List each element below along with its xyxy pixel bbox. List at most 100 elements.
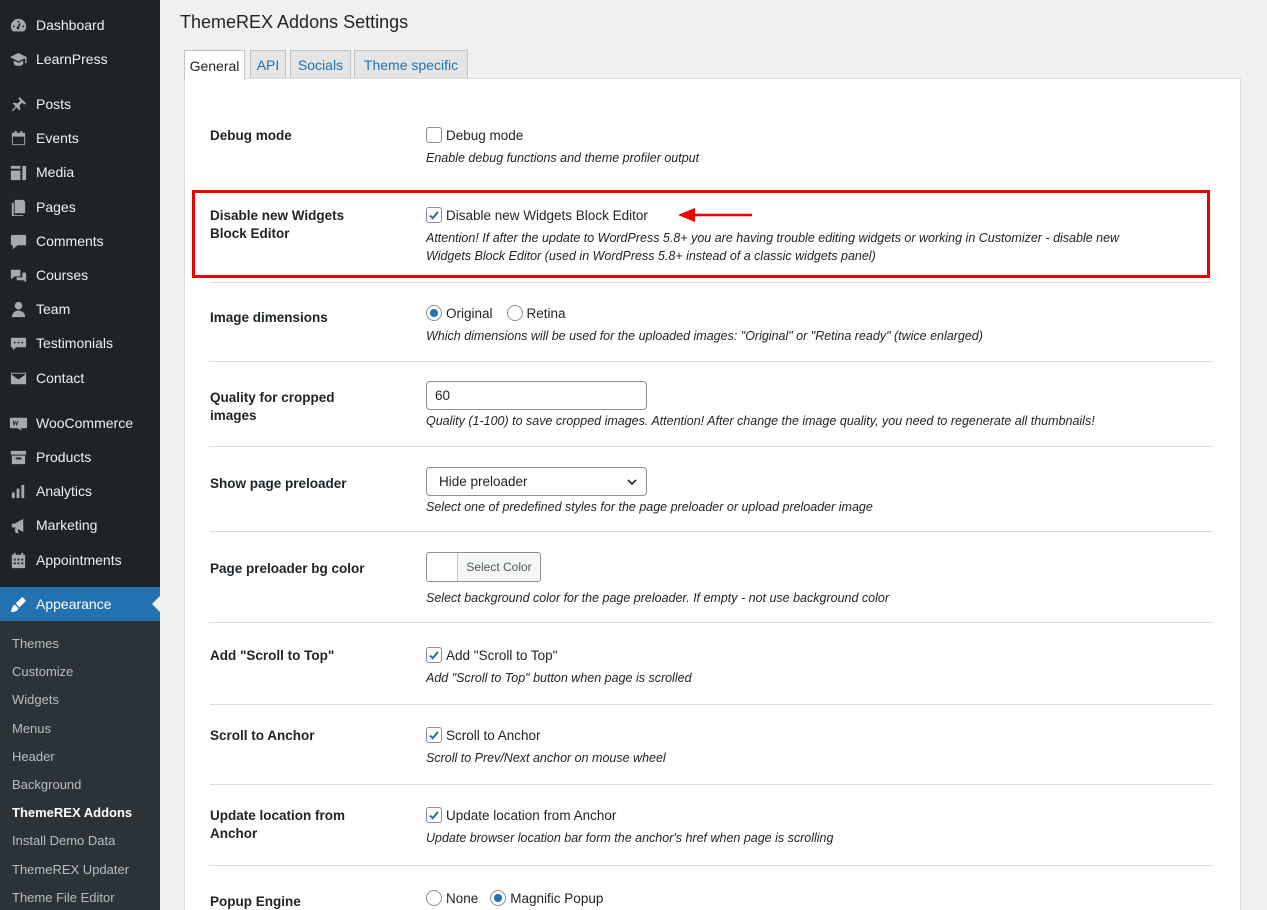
row-divider — [210, 361, 1213, 362]
row-divider — [210, 784, 1213, 785]
envelope-icon — [8, 368, 28, 388]
update-location-checkbox-label[interactable]: Update location from Anchor — [446, 808, 616, 823]
sidebar-item-appearance[interactable]: Appearance — [0, 587, 160, 621]
debug-mode-control: Debug mode — [426, 127, 523, 143]
row-divider — [210, 704, 1213, 705]
sidebar-item-learnpress[interactable]: LearnPress — [0, 42, 160, 76]
update-location-checkbox[interactable] — [426, 807, 442, 823]
submenu-item-install-demo-data[interactable]: Install Demo Data — [12, 833, 115, 848]
preloader-color-description: Select background color for the page pre… — [426, 591, 890, 605]
image-dims-original-radio[interactable] — [426, 305, 442, 321]
submenu-item-menus[interactable]: Menus — [12, 721, 51, 736]
quality-input[interactable] — [426, 381, 647, 410]
update-location-control: Update location from Anchor — [426, 807, 616, 823]
popup-magnific-radio[interactable] — [490, 890, 507, 906]
chevron-down-icon — [627, 479, 637, 486]
sidebar-item-courses[interactable]: Courses — [0, 258, 160, 292]
select-color-button[interactable]: Select Color — [426, 552, 541, 582]
sidebar-item-appointments[interactable]: Appointments — [0, 543, 160, 577]
checkmark-icon — [429, 811, 439, 820]
scroll-to-anchor-checkbox[interactable] — [426, 727, 442, 743]
image-dims-retina-label[interactable]: Retina — [527, 306, 566, 321]
tab-general[interactable]: General — [184, 50, 245, 80]
sidebar-item-pages[interactable]: Pages — [0, 190, 160, 224]
sidebar-item-comments[interactable]: Comments — [0, 224, 160, 258]
scroll-to-top-description: Add "Scroll to Top" button when page is … — [426, 671, 692, 685]
disable-widgets-control: Disable new Widgets Block Editor — [426, 207, 648, 223]
sidebar-item-analytics[interactable]: Analytics — [0, 474, 160, 508]
popup-none-radio[interactable] — [426, 890, 442, 906]
row-divider — [210, 531, 1213, 532]
quality-label: Quality for cropped images — [210, 390, 335, 423]
checkmark-icon — [429, 651, 439, 660]
debug-mode-description: Enable debug functions and theme profile… — [426, 151, 700, 165]
submenu-item-background[interactable]: Background — [12, 777, 81, 792]
submenu-item-themerex-updater[interactable]: ThemeREX Updater — [12, 862, 129, 877]
preloader-label: Show page preloader — [210, 476, 347, 491]
row-divider — [210, 446, 1213, 447]
comment-icon — [8, 231, 28, 251]
sidebar-item-posts[interactable]: Posts — [0, 87, 160, 121]
submenu-item-themes[interactable]: Themes — [12, 636, 59, 651]
sidebar-item-marketing[interactable]: Marketing — [0, 508, 160, 542]
tab-api[interactable]: API — [250, 50, 286, 79]
sidebar-item-media[interactable]: Media — [0, 155, 160, 189]
row-divider — [210, 282, 1213, 283]
arrow-left-icon — [678, 208, 752, 222]
scroll-to-top-control: Add "Scroll to Top" — [426, 647, 557, 663]
submenu-item-customize[interactable]: Customize — [12, 664, 73, 679]
sidebar-item-woocommerce[interactable]: WooCommerce — [0, 406, 160, 440]
popup-none-label[interactable]: None — [446, 891, 478, 906]
sidebar-item-contact[interactable]: Contact — [0, 361, 160, 395]
checkmark-icon — [429, 211, 439, 220]
page-title: ThemeREX Addons Settings — [180, 12, 409, 32]
submenu-item-widgets[interactable]: Widgets — [12, 692, 59, 707]
sidebar-item-events[interactable]: Events — [0, 121, 160, 155]
scroll-to-anchor-label: Scroll to Anchor — [210, 728, 315, 743]
sidebar-item-team[interactable]: Team — [0, 292, 160, 326]
woo-icon — [8, 413, 28, 433]
calendar-icon — [8, 128, 28, 148]
archive-icon — [8, 447, 28, 467]
image-dimensions-control: Original Retina — [426, 305, 566, 321]
sidebar-item-dashboard[interactable]: Dashboard — [0, 8, 160, 42]
popup-magnific-label[interactable]: Magnific Popup — [510, 891, 603, 906]
disable-widgets-description: Attention! If after the update to WordPr… — [426, 231, 1120, 263]
submenu-item-header[interactable]: Header — [12, 749, 55, 764]
disable-widgets-checkbox[interactable] — [426, 207, 442, 223]
scroll-to-top-label: Add "Scroll to Top" — [210, 648, 335, 663]
calendar-grid-icon — [8, 550, 28, 570]
tab-socials[interactable]: Socials — [290, 50, 351, 79]
row-divider — [210, 865, 1213, 866]
image-dims-retina-radio[interactable] — [506, 305, 523, 321]
pin-icon — [8, 94, 28, 114]
submenu-item-themerex-addons[interactable]: ThemeREX Addons — [12, 805, 132, 820]
bar-chart-icon — [8, 481, 28, 501]
popup-engine-control: None Magnific Popup — [426, 890, 603, 906]
testimonial-icon — [8, 333, 28, 353]
scroll-to-anchor-checkbox-label[interactable]: Scroll to Anchor — [446, 728, 541, 743]
image-dimensions-label: Image dimensions — [210, 310, 328, 325]
sidebar-item-products[interactable]: Products — [0, 440, 160, 474]
checkmark-icon — [429, 731, 439, 740]
scroll-to-top-checkbox-label[interactable]: Add "Scroll to Top" — [446, 648, 557, 663]
disable-widgets-checkbox-label[interactable]: Disable new Widgets Block Editor — [446, 208, 648, 223]
submenu-item-theme-file-editor[interactable]: Theme File Editor — [12, 890, 115, 905]
image-dimensions-description: Which dimensions will be used for the up… — [426, 329, 983, 343]
row-divider — [210, 622, 1213, 623]
scroll-to-top-checkbox[interactable] — [426, 647, 442, 663]
debug-mode-checkbox[interactable] — [426, 127, 442, 143]
image-dims-original-label[interactable]: Original — [446, 306, 493, 321]
paintbrush-icon — [8, 594, 28, 614]
dashboard-icon — [8, 15, 28, 35]
preloader-select[interactable]: Hide preloader — [426, 467, 647, 496]
scroll-to-anchor-control: Scroll to Anchor — [426, 727, 541, 743]
pages-icon — [8, 197, 28, 217]
graduation-cap-icon — [8, 49, 28, 69]
debug-mode-label: Debug mode — [210, 128, 292, 143]
update-location-description: Update browser location bar form the anc… — [426, 831, 834, 845]
disable-widgets-label: Disable new Widgets Block Editor — [210, 208, 345, 241]
tab-theme-specific[interactable]: Theme specific — [354, 50, 468, 79]
sidebar-item-testimonials[interactable]: Testimonials — [0, 326, 160, 360]
debug-mode-checkbox-label[interactable]: Debug mode — [446, 128, 523, 143]
